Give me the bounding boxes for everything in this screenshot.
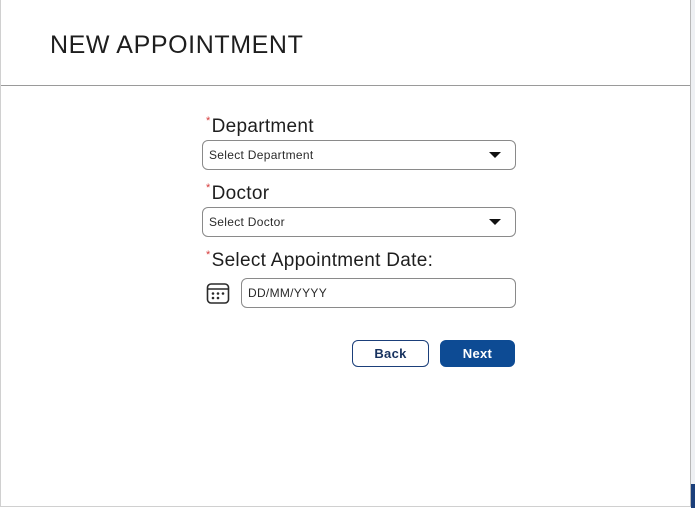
department-select[interactable]: Select Department	[202, 140, 516, 170]
appointment-form: *Department Select Department *Doctor Se…	[202, 114, 516, 308]
required-marker: *	[206, 115, 211, 127]
calendar-icon[interactable]	[206, 281, 230, 305]
background-page-edge	[691, 0, 695, 508]
required-marker: *	[206, 182, 211, 194]
doctor-label: *Doctor	[206, 181, 516, 207]
caret-down-icon	[489, 152, 501, 158]
date-label-text: Select Appointment Date:	[211, 250, 434, 271]
department-label: *Department	[206, 114, 516, 140]
appointment-date-input[interactable]	[241, 278, 516, 308]
doctor-label-text: Doctor	[211, 183, 270, 204]
next-button[interactable]: Next	[440, 340, 515, 367]
new-appointment-modal: NEW APPOINTMENT *Department Select Depar…	[0, 0, 691, 507]
doctor-select[interactable]: Select Doctor	[202, 207, 516, 237]
department-select-value: Select Department	[209, 148, 314, 162]
modal-header: NEW APPOINTMENT	[1, 0, 690, 86]
back-button[interactable]: Back	[352, 340, 429, 367]
date-row	[202, 278, 516, 308]
required-marker: *	[206, 249, 211, 261]
doctor-field: *Doctor Select Doctor	[202, 181, 516, 237]
modal-title: NEW APPOINTMENT	[50, 31, 304, 59]
date-field: *Select Appointment Date:	[202, 248, 516, 308]
department-field: *Department Select Department	[202, 114, 516, 170]
doctor-select-value: Select Doctor	[209, 215, 285, 229]
background-accent	[691, 484, 695, 508]
date-label: *Select Appointment Date:	[206, 248, 516, 274]
page: NEW APPOINTMENT *Department Select Depar…	[0, 0, 695, 508]
caret-down-icon	[489, 219, 501, 225]
calendar-icon-graphic	[206, 283, 230, 304]
department-label-text: Department	[211, 116, 314, 137]
